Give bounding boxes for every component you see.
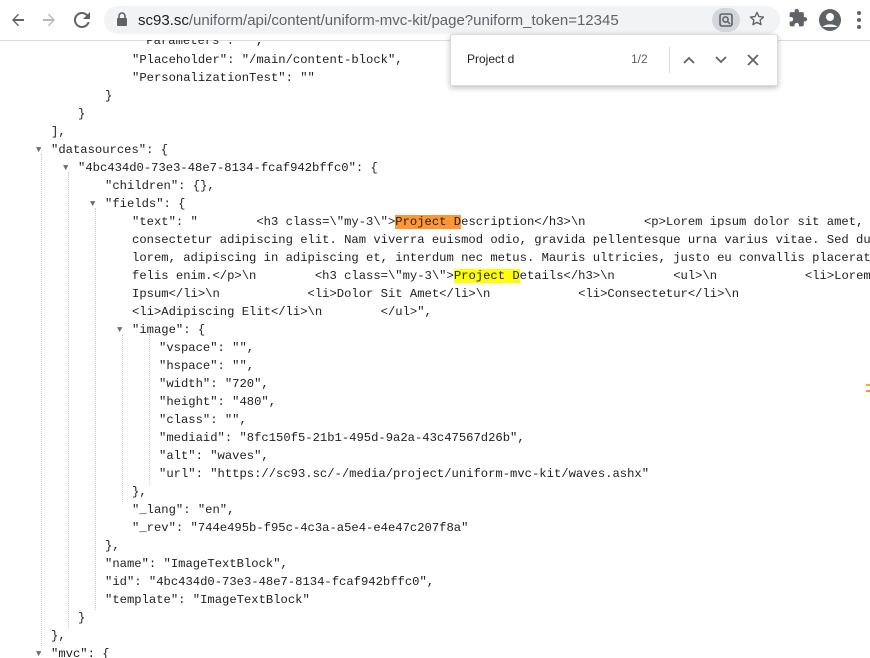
json-line: "mvc": { [51,647,110,658]
json-line: "Placeholder": "/main/content-block", [132,53,403,67]
json-line: } [105,89,113,103]
collapse-triangle-icon[interactable]: ▼ [36,645,41,658]
collapse-triangle-icon[interactable]: ▼ [117,321,122,339]
json-line: }, [132,485,147,499]
json-line: "_rev": "744e495b-f95c-4c3a-a5e4-e4e47c2… [132,521,469,535]
json-line: "name": "ImageTextBlock", [105,557,288,571]
find-match-current: Project D [395,215,462,229]
reload-icon[interactable] [70,8,94,32]
divider [669,47,670,73]
json-line: } [78,611,86,625]
indent-guide [149,334,150,484]
json-line: "alt": "waves", [159,449,269,463]
json-line: "_lang": "en", [132,503,235,517]
scrollbar-match-marker [866,390,870,392]
json-line: }, [51,629,66,643]
json-line: ], [51,125,66,139]
collapse-triangle-icon[interactable]: ▼ [63,159,68,177]
json-line: "height": "480", [159,395,277,409]
json-line: }, [105,539,120,553]
json-line: "text": " <h3 class=\"my-3\">Project Des… [132,215,864,229]
url-text[interactable]: sc93.sc/uniform/api/content/uniform-mvc-… [138,12,619,29]
json-line: "vspace": "", [159,341,255,355]
json-line: "template": "ImageTextBlock" [105,593,310,607]
json-line: Ipsum</li>\n <li>Dolor Sit Amet</li>\n <… [132,287,740,301]
json-line: } [78,107,86,121]
close-icon[interactable] [741,48,765,72]
scrollbar-match-marker [866,384,870,386]
lens-icon[interactable] [712,8,740,32]
chevron-up-icon[interactable] [677,48,701,72]
collapse-triangle-icon[interactable]: ▼ [36,141,41,159]
json-viewer: "Parameters": "", "Placeholder": "/main/… [0,40,870,658]
find-match: Project D [453,269,520,283]
chevron-down-icon[interactable] [709,48,733,72]
back-icon[interactable] [6,8,30,32]
indent-guide [68,172,69,628]
json-line: "id": "4bc434d0-73e3-48e7-8134-fcaf942bf… [105,575,435,589]
json-line: felis enim.</p>\n <h3 class=\"my-3\">Pro… [132,269,870,283]
find-input[interactable]: Project d [467,52,514,66]
json-line: "hspace": "", [159,359,255,373]
json-line: "image": { [132,323,206,337]
indent-guide [41,154,42,646]
json-line: "Parameters": "", [139,40,264,48]
forward-icon[interactable] [37,8,61,32]
json-line: "4bc434d0-73e3-48e7-8134-fcaf942bffc0": … [78,161,378,175]
indent-guide [122,334,123,502]
star-icon[interactable] [748,10,766,33]
json-line: consectetur adipiscing elit. Nam viverra… [132,233,870,247]
json-line: lorem, adipiscing in adipiscing et, inte… [132,251,870,265]
find-match-count: 1/2 [631,52,648,66]
json-line: "fields": { [105,197,186,211]
json-line: "class": "", [159,413,247,427]
json-line: <li>Adipiscing Elit</li>\n </ul>", [132,305,432,319]
collapse-triangle-icon[interactable]: ▼ [90,195,95,213]
json-line: "datasources": { [51,143,169,157]
lock-icon [116,12,128,32]
json-line: "width": "720", [159,377,269,391]
menu-icon[interactable] [856,10,862,35]
json-line: "children": {}, [105,179,215,193]
json-line: "PersonalizationTest": "" [132,71,315,85]
json-line: "mediaid": "8fc150f5-21b1-495d-9a2a-43c4… [159,431,525,445]
address-bar[interactable]: sc93.sc/uniform/api/content/uniform-mvc-… [104,6,780,34]
indent-guide [95,208,96,610]
find-bar: Project d 1/2 [450,34,778,86]
profile-icon[interactable] [818,8,842,37]
json-line: "url": "https://sc93.sc/-/media/project/… [159,467,650,481]
extensions-icon[interactable] [788,8,808,33]
